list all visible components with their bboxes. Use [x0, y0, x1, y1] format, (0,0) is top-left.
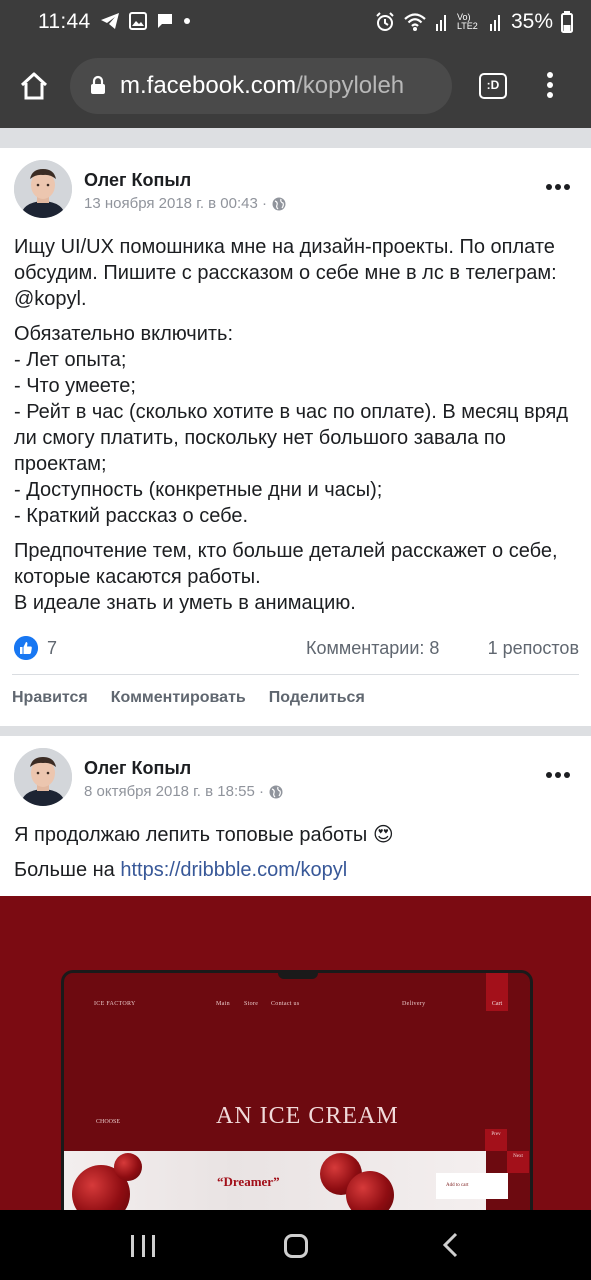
more-options-icon[interactable]: [546, 184, 570, 190]
post-paragraph: Предпочтение тем, кто больше деталей рас…: [14, 540, 558, 614]
more-options-icon[interactable]: [546, 772, 570, 778]
post-card: Олег Копыл 8 октября 2018 г. в 18:55 · Я…: [0, 736, 591, 1210]
post-text: Ищу UI/UX помошника мне на дизайн-проект…: [14, 234, 579, 625]
mockup-nav-contact: Contact us: [271, 1001, 300, 1007]
post-card: Олег Копыл 13 ноября 2018 г. в 00:43 · И…: [0, 148, 591, 726]
post-author[interactable]: Олег Копыл: [84, 170, 191, 191]
post-date[interactable]: 8 октября 2018 г. в 18:55 ·: [84, 783, 264, 800]
url-host: m.facebook.com: [120, 72, 297, 99]
avatar[interactable]: [14, 160, 72, 218]
telegram-icon: [101, 13, 119, 29]
laptop-notch: [278, 971, 318, 979]
post-line: Я продолжаю лепить топовые работы 😍: [14, 824, 394, 846]
mockup-next: Next: [507, 1151, 529, 1173]
post-meta: 13 ноября 2018 г. в 00:43 ·: [84, 195, 286, 212]
signal-icon: [435, 15, 446, 31]
post-image[interactable]: ICE FACTORY Main Store Contact us Delive…: [0, 896, 591, 1210]
message-icon: [158, 14, 172, 28]
dot-icon: [184, 18, 190, 24]
mockup-brand: ICE FACTORY: [94, 1001, 136, 1007]
battery-icon: [561, 11, 573, 33]
wifi-icon: [404, 13, 426, 31]
post-author[interactable]: Олег Копыл: [84, 758, 191, 779]
like-button[interactable]: Нравится: [12, 689, 88, 707]
mockup-product-name: “Dreamer”: [217, 1174, 280, 1189]
comment-button[interactable]: Комментировать: [111, 689, 246, 707]
avatar[interactable]: [14, 748, 72, 806]
share-button[interactable]: Поделиться: [269, 689, 365, 707]
browser-toolbar: m.facebook.com/kopyloleh :D: [0, 48, 591, 128]
home-icon[interactable]: [18, 70, 50, 102]
like-reaction-icon[interactable]: [14, 636, 38, 660]
browser-menu-button[interactable]: [546, 72, 554, 102]
system-nav-bar: [0, 1210, 591, 1280]
alarm-icon: [376, 12, 394, 31]
comments-count[interactable]: Комментарии: 8: [306, 638, 439, 659]
post-actions: Нравится Комментировать Поделиться: [12, 689, 365, 707]
mockup-cart: Cart: [486, 973, 508, 1011]
status-time: 11:44: [38, 10, 91, 33]
mockup-nav-delivery: Delivery: [402, 1001, 426, 1007]
cherry-image: [114, 1153, 142, 1181]
mockup-nav-store: Store: [244, 1001, 259, 1007]
gallery-icon: [129, 12, 147, 30]
lock-icon: [91, 75, 105, 94]
news-feed: Олег Копыл 13 ноября 2018 г. в 00:43 · И…: [0, 128, 591, 1210]
battery-percent: 35%: [510, 10, 553, 33]
status-bar: 11:44 Vo) LTE2 35%: [0, 0, 591, 48]
post-line-prefix: Больше на: [14, 859, 121, 881]
url-text[interactable]: m.facebook.com/kopyloleh: [120, 72, 404, 100]
divider: [12, 674, 579, 675]
mockup-prev: Prev: [485, 1129, 507, 1151]
mockup-add-to-cart: Add to cart: [436, 1173, 508, 1199]
network-label: Vo) LTE2: [456, 12, 478, 31]
post-text: Я продолжаю лепить топовые работы 😍 Боль…: [14, 822, 579, 892]
signal-icon: [489, 15, 500, 31]
globe-icon: [269, 785, 283, 798]
like-count[interactable]: 7: [47, 638, 57, 659]
recents-icon[interactable]: [131, 1235, 155, 1257]
address-bar[interactable]: m.facebook.com/kopyloleh: [70, 58, 452, 114]
post-paragraph: Обязательно включить: - Лет опыта; - Что…: [14, 323, 569, 527]
url-path: /kopyloleh: [296, 72, 405, 99]
cherry-image: [346, 1171, 394, 1210]
reactions-bar: 7 Комментарии: 8 1 репостов: [14, 636, 579, 662]
tab-switcher-button[interactable]: :D: [479, 73, 507, 99]
home-button-icon[interactable]: [284, 1234, 308, 1258]
laptop-mockup: ICE FACTORY Main Store Contact us Delive…: [61, 970, 533, 1210]
post-date[interactable]: 13 ноября 2018 г. в 00:43 ·: [84, 195, 267, 212]
back-icon[interactable]: [441, 1232, 461, 1258]
post-paragraph: Ищу UI/UX помошника мне на дизайн-проект…: [14, 236, 557, 310]
dribbble-link[interactable]: https://dribbble.com/kopyl: [120, 859, 347, 881]
post-line: Больше на https://dribbble.com/kopyl: [14, 857, 579, 883]
mockup-nav-main: Main: [216, 1001, 230, 1007]
post-meta: 8 октября 2018 г. в 18:55 ·: [84, 783, 283, 800]
mockup-choose: CHOOSE: [96, 1119, 121, 1125]
notification-icons: [100, 12, 191, 30]
shares-count[interactable]: 1 репостов: [488, 638, 579, 659]
system-icons: Vo) LTE2 35%: [375, 10, 573, 34]
globe-icon: [272, 197, 286, 210]
mockup-title: AN ICE CREAM: [216, 1103, 399, 1129]
